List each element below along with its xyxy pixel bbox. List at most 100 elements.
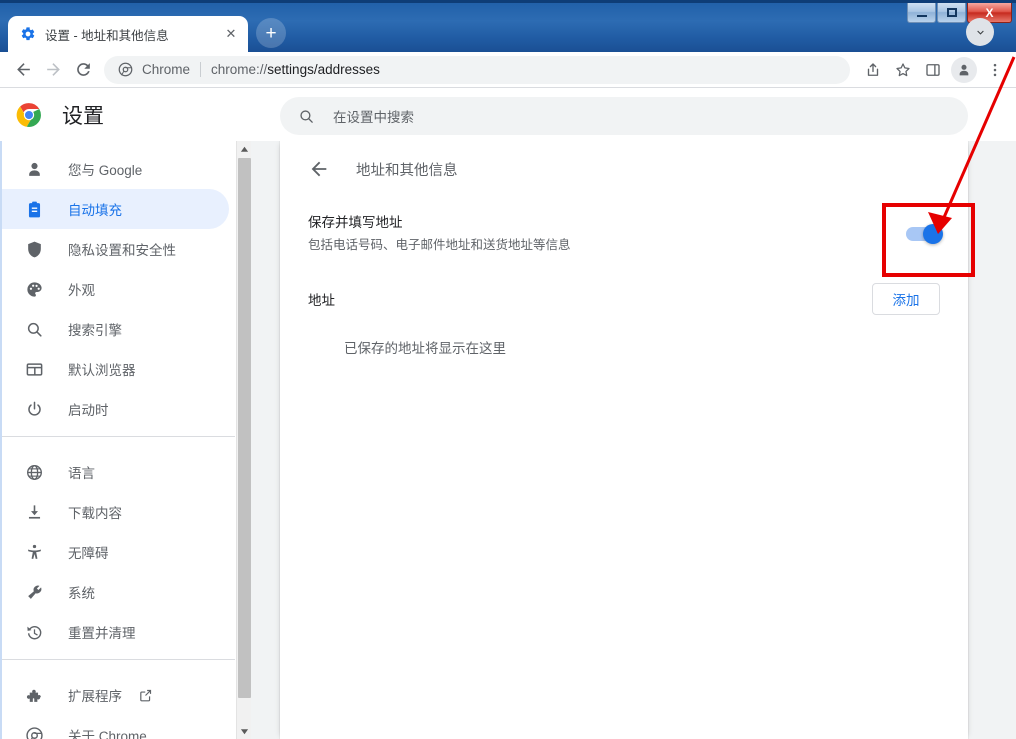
external-link-icon [140, 689, 152, 701]
save-addresses-title: 保存并填写地址 [308, 215, 403, 230]
sidebar-item-browser[interactable]: 默认浏览器 [0, 349, 229, 389]
sidebar-left-accent [0, 141, 2, 739]
sidebar-item-label: 无障碍 [68, 546, 109, 561]
search-icon [300, 109, 313, 123]
person-icon [24, 159, 44, 179]
sidebar-item-person[interactable]: 您与 Google [0, 149, 229, 189]
minimize-icon [916, 14, 927, 17]
sidebar-item-puzzle[interactable]: 扩展程序 [0, 675, 229, 715]
omnibox-url-path: settings/addresses [267, 62, 380, 77]
sidebar-item-accessibility[interactable]: 无障碍 [0, 532, 229, 572]
star-icon [896, 62, 910, 76]
save-and-fill-addresses-toggle[interactable] [906, 224, 943, 244]
sidebar-item-power[interactable]: 启动时 [0, 389, 229, 429]
maximize-icon [946, 8, 957, 17]
minimize-button[interactable] [907, 3, 936, 23]
scroll-up-button[interactable] [237, 141, 252, 157]
gear-icon [21, 27, 35, 41]
sidebar-item-label: 系统 [68, 586, 95, 601]
sidebar-scrollbar[interactable] [236, 141, 252, 739]
shield-icon [24, 239, 44, 259]
caret-down-icon [240, 728, 249, 734]
settings-sidebar: 您与 Google 自动填充隐私设置和安全性 外观搜索引擎默认浏览器启动时语言下载内… [0, 141, 236, 739]
settings-header: 设置 在设置中搜索 [0, 89, 1016, 141]
search-icon [24, 319, 44, 339]
reload-button[interactable] [68, 55, 98, 85]
sidebar-item-wrench[interactable]: 系统 [0, 572, 229, 612]
nav-forward-button[interactable] [38, 55, 68, 85]
sidebar-item-label: 外观 [68, 283, 95, 298]
sidebar-item-download[interactable]: 下载内容 [0, 492, 229, 532]
sidebar-item-clipboard[interactable]: 自动填充 [0, 189, 229, 229]
sidebar-item-label: 语言 [68, 466, 95, 481]
subpage-back-arrow-icon[interactable] [308, 158, 330, 180]
omnibox-url-prefix: chrome:// [211, 62, 268, 77]
bookmark-button[interactable] [888, 55, 918, 85]
sidebar-group: 语言下载内容无障碍系统重置并清理 [0, 444, 235, 652]
tab-close-icon[interactable]: ✕ [222, 25, 240, 43]
forward-arrow-icon [46, 63, 60, 76]
omnibox-divider [200, 62, 202, 77]
addresses-empty-state: 已保存的地址将显示在这里 [344, 341, 506, 356]
window-titlebar: X 设置 - 地址和其他信息 ✕ + [0, 0, 1016, 52]
sidebar-nav: 您与 Google 自动填充隐私设置和安全性 外观搜索引擎默认浏览器启动时语言下载内… [0, 141, 235, 739]
titlebar-top-accent [0, 0, 1016, 3]
scrollbar-thumb[interactable] [238, 158, 251, 698]
sidebar-item-label: 搜索引擎 [68, 323, 122, 338]
omnibox-url: chrome://settings/addresses [211, 62, 380, 77]
sidebar-item-shield[interactable]: 隐私设置和安全性 [0, 229, 229, 269]
external-link-indicator [122, 688, 153, 703]
browser-icon [24, 359, 44, 379]
omnibox-site-label: Chrome [142, 62, 191, 77]
scroll-down-button[interactable] [237, 723, 252, 739]
reload-icon [76, 63, 90, 76]
sidebar-item-history-restore[interactable]: 重置并清理 [0, 612, 229, 652]
sidebar-item-label: 隐私设置和安全性 [68, 243, 176, 258]
sidebar-group: 您与 Google 自动填充隐私设置和安全性 外观搜索引擎默认浏览器启动时 [0, 141, 235, 429]
page-title: 设置 [62, 105, 104, 128]
share-button[interactable] [858, 55, 888, 85]
sidebar-item-label: 您与 Google [68, 163, 143, 178]
sidebar-item-label: 自动填充 [68, 203, 122, 218]
tab-search-button[interactable] [966, 18, 994, 46]
new-tab-button[interactable]: + [256, 18, 286, 48]
browser-toolbar: Chrome chrome://settings/addresses [0, 52, 1016, 88]
sidebar-item-globe[interactable]: 语言 [0, 452, 229, 492]
maximize-button[interactable] [937, 3, 966, 23]
side-panel-button[interactable] [918, 55, 948, 85]
chrome-icon [24, 725, 44, 739]
profile-avatar[interactable] [951, 56, 977, 83]
browser-tab[interactable]: 设置 - 地址和其他信息 ✕ [8, 16, 248, 52]
save-addresses-subtitle: 包括电话号码、电子邮件地址和送货地址等信息 [308, 238, 571, 252]
address-bar[interactable]: Chrome chrome://settings/addresses [104, 55, 850, 84]
content-area: 您与 Google 自动填充隐私设置和安全性 外观搜索引擎默认浏览器启动时语言下载内… [0, 141, 1016, 739]
sidebar-item-label: 默认浏览器 [68, 363, 136, 378]
close-icon: X [985, 5, 994, 20]
palette-icon [24, 279, 44, 299]
nav-back-button[interactable] [8, 55, 38, 85]
sidebar-item-label: 启动时 [68, 403, 109, 418]
sidebar-item-chrome[interactable]: 关于 Chrome [0, 715, 229, 739]
sidebar-item-label: 下载内容 [68, 506, 122, 521]
addresses-section-header: 地址 添加 [280, 271, 968, 327]
chevron-down-icon [976, 30, 984, 35]
avatar-icon [959, 64, 969, 75]
browser-window: X 设置 - 地址和其他信息 ✕ + Chrome chrome://setti… [0, 0, 1016, 739]
subpage-header: 地址和其他信息 [280, 141, 968, 197]
toggle-knob [923, 224, 943, 244]
three-dots-icon [993, 63, 997, 76]
sidebar-item-label: 关于 Chrome [68, 729, 147, 739]
settings-search-box[interactable]: 在设置中搜索 [280, 97, 968, 135]
sidebar-item-search[interactable]: 搜索引擎 [0, 309, 229, 349]
download-icon [24, 502, 44, 522]
sidebar-item-palette[interactable]: 外观 [0, 269, 229, 309]
sidebar-divider [0, 436, 235, 437]
puzzle-icon [24, 685, 44, 705]
clipboard-icon [24, 199, 44, 219]
settings-main-pane: 地址和其他信息 保存并填写地址 包括电话号码、电子邮件地址和送货地址等信息 地址… [251, 141, 1016, 739]
add-address-button[interactable]: 添加 [872, 283, 940, 315]
sidebar-group: 扩展程序关于 Chrome [0, 667, 235, 739]
sidebar-item-label: 重置并清理 [68, 626, 136, 641]
settings-card: 地址和其他信息 保存并填写地址 包括电话号码、电子邮件地址和送货地址等信息 地址… [280, 141, 968, 739]
browser-menu-button[interactable] [980, 55, 1010, 85]
